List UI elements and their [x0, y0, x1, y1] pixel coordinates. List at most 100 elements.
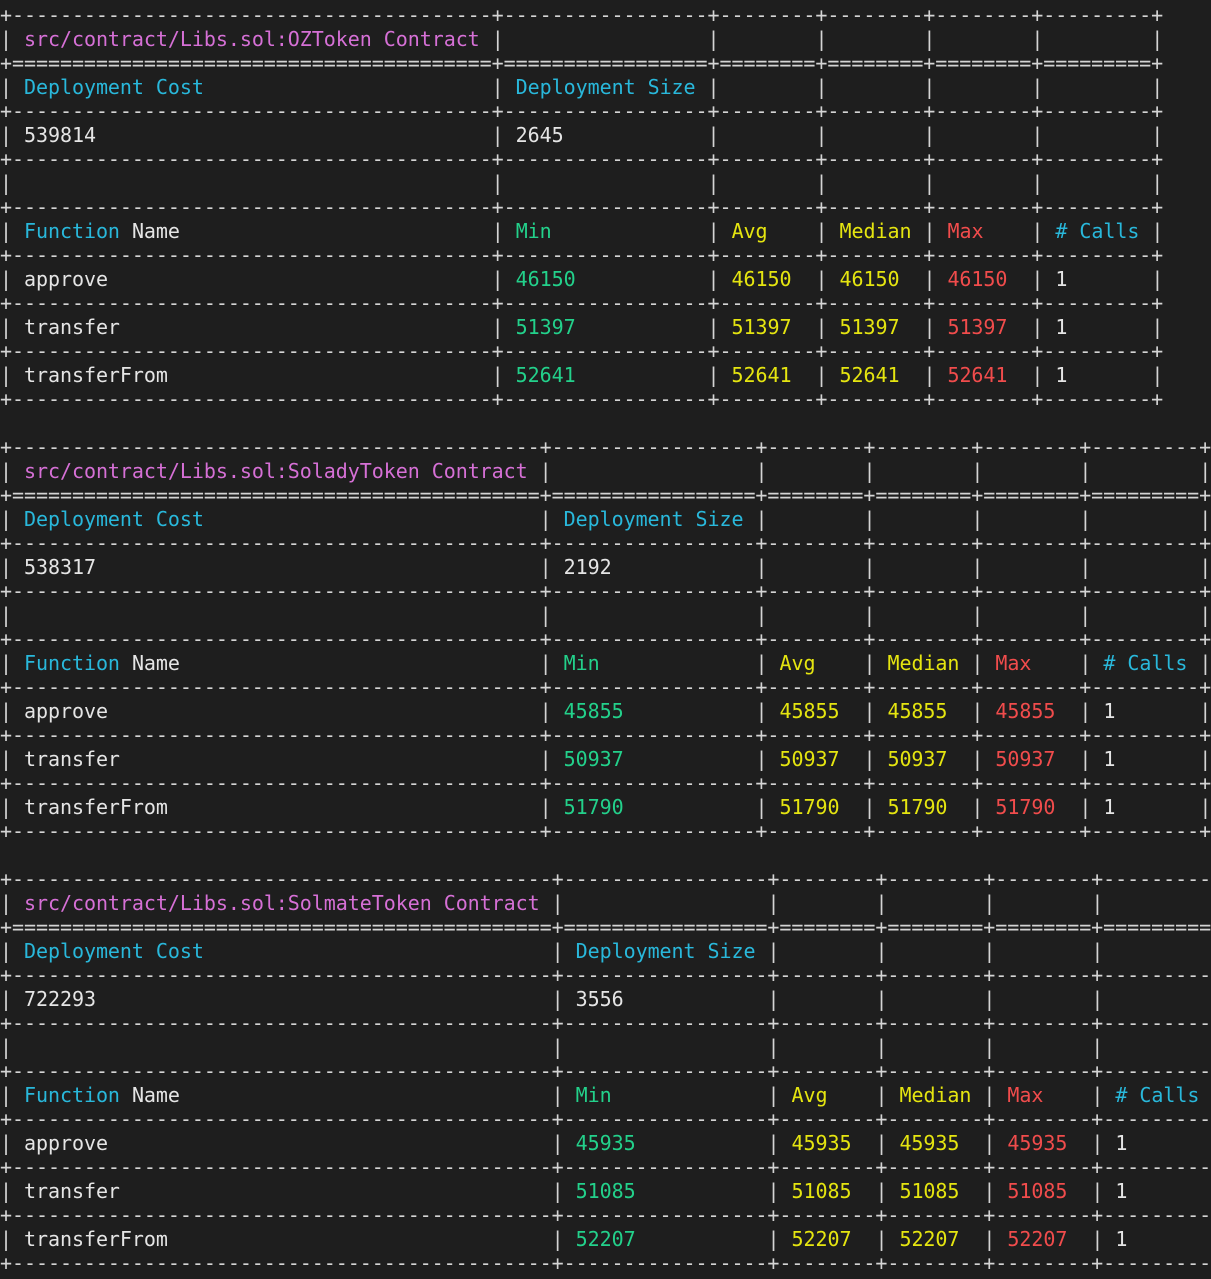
deployment-cost-value: 539814 — [24, 123, 96, 147]
table-border: +---------------------------------------… — [0, 99, 1164, 123]
gas-report-table-soladytoken: +---------------------------------------… — [0, 435, 1211, 843]
median-value: 52207 — [899, 1227, 960, 1251]
function-name: approve — [24, 267, 108, 291]
gas-report-table-solmatetoken: +---------------------------------------… — [0, 867, 1211, 1275]
function-name: transferFrom — [24, 363, 168, 387]
max-value: 45855 — [995, 699, 1056, 723]
table-border: +---------------------------------------… — [0, 531, 1211, 555]
avg-value: 51790 — [779, 795, 840, 819]
deployment-cost-value: 538317 — [24, 555, 96, 579]
deployment-cost-header: Deployment Cost — [24, 507, 204, 531]
max-header: Max — [947, 219, 984, 243]
calls-value: 1 — [1055, 315, 1068, 339]
avg-value: 51397 — [731, 315, 792, 339]
avg-header: Avg — [779, 651, 816, 675]
table-border: +---------------------------------------… — [0, 867, 1211, 891]
function-name-header-name: Name — [131, 651, 180, 675]
function-name: approve — [24, 699, 108, 723]
calls-header: # Calls — [1115, 1083, 1200, 1107]
max-header: Max — [995, 651, 1032, 675]
median-value: 51397 — [839, 315, 900, 339]
min-value: 50937 — [563, 747, 624, 771]
contract-label: Contract — [383, 27, 480, 51]
min-value: 52207 — [575, 1227, 636, 1251]
min-value: 52641 — [515, 363, 576, 387]
median-value: 51790 — [887, 795, 948, 819]
calls-value: 1 — [1115, 1131, 1128, 1155]
function-name: transfer — [24, 747, 120, 771]
function-name-header: Function — [24, 219, 120, 243]
table-border: +---------------------------------------… — [0, 723, 1211, 747]
table-border: +---------------------------------------… — [0, 579, 1211, 603]
table-border: +---------------------------------------… — [0, 291, 1164, 315]
table-border: +---------------------------------------… — [0, 819, 1211, 843]
avg-value: 51085 — [791, 1179, 852, 1203]
max-value: 52207 — [1007, 1227, 1068, 1251]
avg-value: 50937 — [779, 747, 840, 771]
max-value: 50937 — [995, 747, 1056, 771]
deployment-size-value: 2645 — [515, 123, 564, 147]
table-border: +---------------------------------------… — [0, 963, 1211, 987]
median-value: 51085 — [899, 1179, 960, 1203]
table-border: +---------------------------------------… — [0, 435, 1211, 459]
deployment-cost-header: Deployment Cost — [24, 939, 204, 963]
deployment-size-header: Deployment Size — [515, 75, 696, 99]
contract-path: src/contract/Libs.sol:OZToken — [24, 27, 372, 51]
median-value: 52641 — [839, 363, 900, 387]
calls-value: 1 — [1103, 699, 1116, 723]
min-header: Min — [575, 1083, 612, 1107]
table-border: +---------------------------------------… — [0, 147, 1164, 171]
function-name: transfer — [24, 1179, 120, 1203]
avg-value: 45855 — [779, 699, 840, 723]
median-value: 45935 — [899, 1131, 960, 1155]
avg-value: 52207 — [791, 1227, 852, 1251]
max-value: 46150 — [947, 267, 1008, 291]
function-name: approve — [24, 1131, 108, 1155]
deployment-size-value: 3556 — [575, 987, 624, 1011]
min-value: 51790 — [563, 795, 624, 819]
median-header: Median — [899, 1083, 972, 1107]
max-value: 51397 — [947, 315, 1008, 339]
avg-value: 46150 — [731, 267, 792, 291]
table-border: +=======================================… — [0, 51, 1164, 75]
min-header: Min — [515, 219, 552, 243]
table-border: +---------------------------------------… — [0, 195, 1164, 219]
table-border: +---------------------------------------… — [0, 1107, 1211, 1131]
contract-path: src/contract/Libs.sol:SoladyToken — [24, 459, 420, 483]
table-border: +=======================================… — [0, 915, 1211, 939]
contract-path: src/contract/Libs.sol:SolmateToken — [24, 891, 432, 915]
min-value: 51397 — [515, 315, 576, 339]
table-border: +---------------------------------------… — [0, 243, 1164, 267]
function-name-header-name: Name — [131, 1083, 180, 1107]
function-name-header-name: Name — [131, 219, 180, 243]
calls-value: 1 — [1115, 1227, 1128, 1251]
deployment-cost-header: Deployment Cost — [24, 75, 204, 99]
table-border: +---------------------------------------… — [0, 771, 1211, 795]
calls-value: 1 — [1055, 267, 1068, 291]
table-border: +---------------------------------------… — [0, 339, 1164, 363]
median-value: 50937 — [887, 747, 948, 771]
table-border: +---------------------------------------… — [0, 1155, 1211, 1179]
deployment-cost-value: 722293 — [24, 987, 96, 1011]
table-border: +---------------------------------------… — [0, 387, 1164, 411]
max-value: 45935 — [1007, 1131, 1068, 1155]
table-border: +---------------------------------------… — [0, 3, 1164, 27]
median-value: 45855 — [887, 699, 948, 723]
table-border: +---------------------------------------… — [0, 1203, 1211, 1227]
table-border: +---------------------------------------… — [0, 627, 1211, 651]
min-header: Min — [563, 651, 600, 675]
contract-label: Contract — [431, 459, 528, 483]
calls-value: 1 — [1115, 1179, 1128, 1203]
calls-header: # Calls — [1103, 651, 1188, 675]
gas-report-table-oztoken: +---------------------------------------… — [0, 3, 1164, 411]
calls-value: 1 — [1103, 747, 1116, 771]
table-border: +---------------------------------------… — [0, 1059, 1211, 1083]
min-value: 51085 — [575, 1179, 636, 1203]
max-value: 51790 — [995, 795, 1056, 819]
median-header: Median — [839, 219, 912, 243]
median-value: 46150 — [839, 267, 900, 291]
deployment-size-header: Deployment Size — [575, 939, 756, 963]
function-name-header: Function — [24, 651, 120, 675]
avg-value: 52641 — [731, 363, 792, 387]
max-value: 51085 — [1007, 1179, 1068, 1203]
